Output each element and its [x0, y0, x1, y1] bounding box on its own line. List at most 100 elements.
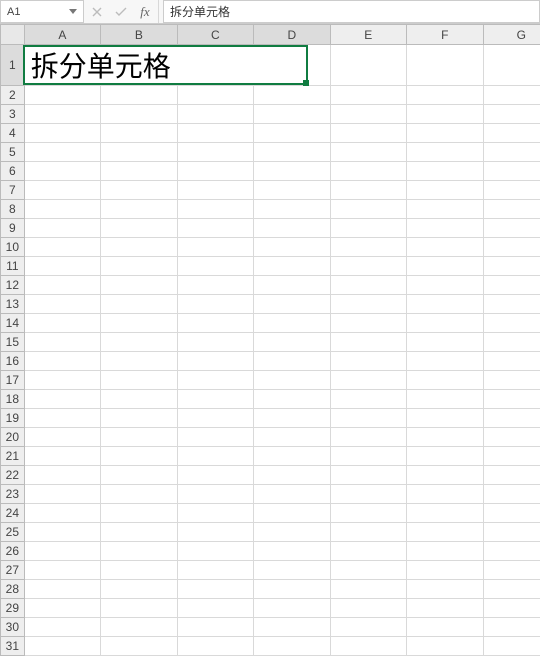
cell[interactable] — [330, 86, 406, 105]
row-header-14[interactable]: 14 — [1, 314, 25, 333]
cell[interactable] — [24, 637, 100, 656]
cell[interactable] — [407, 219, 483, 238]
row-header-7[interactable]: 7 — [1, 181, 25, 200]
cell[interactable] — [24, 485, 100, 504]
cell[interactable] — [177, 105, 253, 124]
cell[interactable] — [177, 466, 253, 485]
cell[interactable] — [483, 504, 540, 523]
cell[interactable] — [254, 523, 330, 542]
cell[interactable] — [177, 542, 253, 561]
cell[interactable] — [330, 276, 406, 295]
cell[interactable] — [483, 181, 540, 200]
cell[interactable] — [407, 143, 483, 162]
cell[interactable] — [254, 200, 330, 219]
cell[interactable] — [483, 105, 540, 124]
cell[interactable] — [407, 561, 483, 580]
row-header-31[interactable]: 31 — [1, 637, 25, 656]
cell[interactable] — [24, 390, 100, 409]
cell[interactable] — [483, 143, 540, 162]
cell[interactable] — [254, 124, 330, 143]
cell[interactable] — [101, 257, 177, 276]
cell[interactable] — [177, 561, 253, 580]
cell[interactable] — [330, 523, 406, 542]
cell[interactable] — [101, 143, 177, 162]
cell[interactable] — [483, 561, 540, 580]
cell[interactable] — [254, 276, 330, 295]
cell[interactable] — [330, 485, 406, 504]
cell[interactable] — [101, 428, 177, 447]
cell[interactable] — [177, 523, 253, 542]
cell[interactable] — [177, 124, 253, 143]
cell[interactable] — [254, 257, 330, 276]
cell-G1[interactable] — [483, 45, 540, 86]
cell[interactable] — [254, 390, 330, 409]
cell[interactable] — [177, 352, 253, 371]
cell[interactable] — [330, 238, 406, 257]
cell[interactable] — [483, 466, 540, 485]
row-header-11[interactable]: 11 — [1, 257, 25, 276]
cell[interactable] — [177, 371, 253, 390]
cell[interactable] — [330, 314, 406, 333]
cell[interactable] — [24, 143, 100, 162]
cell[interactable] — [24, 618, 100, 637]
row-header-12[interactable]: 12 — [1, 276, 25, 295]
cell[interactable] — [483, 86, 540, 105]
cell[interactable] — [101, 314, 177, 333]
cell[interactable] — [254, 504, 330, 523]
cell[interactable] — [24, 561, 100, 580]
cell[interactable] — [330, 105, 406, 124]
cell[interactable] — [407, 352, 483, 371]
cell[interactable] — [483, 618, 540, 637]
enter-icon[interactable] — [114, 5, 128, 19]
cell[interactable] — [101, 466, 177, 485]
cell[interactable] — [254, 447, 330, 466]
row-header-5[interactable]: 5 — [1, 143, 25, 162]
row-header-26[interactable]: 26 — [1, 542, 25, 561]
cell[interactable] — [330, 637, 406, 656]
cell[interactable] — [101, 124, 177, 143]
col-header-A[interactable]: A — [24, 25, 100, 45]
cell[interactable] — [24, 219, 100, 238]
row-header-20[interactable]: 20 — [1, 428, 25, 447]
cell[interactable] — [330, 447, 406, 466]
cell[interactable] — [254, 561, 330, 580]
cell[interactable] — [407, 181, 483, 200]
cell[interactable] — [24, 523, 100, 542]
cell[interactable] — [330, 219, 406, 238]
cell[interactable] — [483, 200, 540, 219]
cell[interactable] — [101, 333, 177, 352]
cell[interactable] — [483, 314, 540, 333]
row-header-2[interactable]: 2 — [1, 86, 25, 105]
cell[interactable] — [483, 371, 540, 390]
cell[interactable] — [101, 618, 177, 637]
row-header-21[interactable]: 21 — [1, 447, 25, 466]
cell[interactable] — [407, 428, 483, 447]
cell[interactable] — [24, 409, 100, 428]
cell[interactable] — [254, 409, 330, 428]
cell[interactable] — [177, 200, 253, 219]
cell[interactable] — [24, 333, 100, 352]
cell[interactable] — [177, 618, 253, 637]
cell[interactable] — [483, 162, 540, 181]
cell[interactable] — [254, 599, 330, 618]
cell[interactable] — [330, 561, 406, 580]
cell[interactable] — [483, 409, 540, 428]
cell[interactable] — [24, 314, 100, 333]
cell[interactable] — [254, 485, 330, 504]
cell[interactable] — [330, 257, 406, 276]
row-header-16[interactable]: 16 — [1, 352, 25, 371]
cell[interactable] — [483, 447, 540, 466]
cell[interactable] — [24, 200, 100, 219]
cell[interactable] — [483, 428, 540, 447]
cell[interactable] — [407, 542, 483, 561]
cell[interactable] — [101, 219, 177, 238]
cell[interactable] — [101, 276, 177, 295]
cell[interactable] — [177, 257, 253, 276]
cell[interactable] — [407, 86, 483, 105]
cell[interactable] — [330, 390, 406, 409]
cell[interactable] — [407, 485, 483, 504]
cell[interactable] — [483, 599, 540, 618]
cell[interactable] — [330, 599, 406, 618]
cell[interactable] — [24, 124, 100, 143]
cell[interactable] — [177, 314, 253, 333]
